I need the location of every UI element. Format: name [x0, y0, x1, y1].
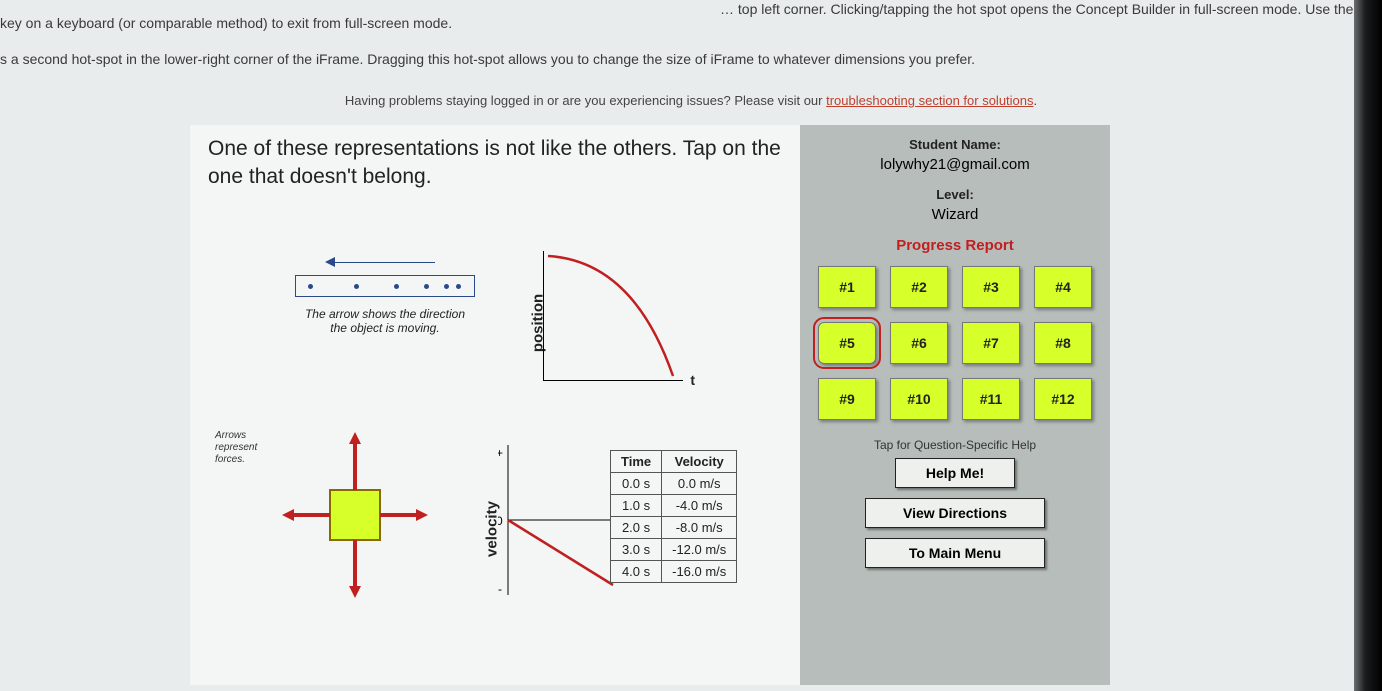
- force-caption: Arrows represent forces.: [215, 430, 275, 466]
- main-menu-button[interactable]: To Main Menu: [865, 538, 1045, 568]
- question-grid: #1 #2 #3 #4 #5 #6 #7 #8 #9 #10 #11 #12: [814, 266, 1096, 420]
- question-cell-8[interactable]: #8: [1034, 322, 1092, 364]
- cell-time: 3.0 s: [611, 539, 662, 561]
- velocity-table: Time Velocity 0.0 s0.0 m/s1.0 s-4.0 m/s2…: [610, 450, 737, 583]
- student-name-value: lolywhy21@gmail.com: [814, 156, 1096, 173]
- cell-time: 2.0 s: [611, 517, 662, 539]
- troubleshoot-row: Having problems staying logged in or are…: [0, 93, 1382, 108]
- dot-strip: [295, 275, 475, 297]
- level-value: Wizard: [814, 206, 1096, 223]
- cell-velocity: -4.0 m/s: [662, 495, 737, 517]
- view-directions-button[interactable]: View Directions: [865, 498, 1045, 528]
- cell-time: 1.0 s: [611, 495, 662, 517]
- cell-velocity: 0.0 m/s: [662, 473, 737, 495]
- troubleshoot-link[interactable]: troubleshooting section for solutions: [826, 93, 1033, 108]
- vel-plus-label: +: [498, 446, 503, 460]
- progress-sidebar: Student Name: lolywhy21@gmail.com Level:…: [800, 125, 1110, 685]
- col-velocity: Velocity: [662, 451, 737, 473]
- rep-force-diagram[interactable]: Arrows represent forces.: [215, 430, 475, 610]
- question-cell-4[interactable]: #4: [1034, 266, 1092, 308]
- help-button[interactable]: Help Me!: [895, 458, 1015, 488]
- intro-fragment-1: … top left corner. Clicking/tapping the …: [720, 0, 1353, 20]
- troubleshoot-tail: .: [1034, 93, 1038, 108]
- col-time: Time: [611, 451, 662, 473]
- question-cell-2[interactable]: #2: [890, 266, 948, 308]
- vel-zero-label: 0: [498, 514, 503, 528]
- question-cell-1[interactable]: #1: [818, 266, 876, 308]
- help-caption: Tap for Question-Specific Help: [814, 438, 1096, 452]
- table-row: 4.0 s-16.0 m/s: [611, 561, 737, 583]
- motion-arrow-icon: [325, 253, 435, 271]
- monitor-bezel: [1354, 0, 1382, 691]
- level-label: Level:: [814, 187, 1096, 202]
- activity-frame: One of these representations is not like…: [190, 125, 1110, 685]
- rep-dot-diagram[interactable]: The arrow shows the direction the object…: [295, 253, 495, 335]
- table-row: 2.0 s-8.0 m/s: [611, 517, 737, 539]
- question-prompt: One of these representations is not like…: [208, 135, 782, 192]
- cell-time: 4.0 s: [611, 561, 662, 583]
- dot-caption: The arrow shows the direction the object…: [295, 307, 475, 335]
- question-cell-7[interactable]: #7: [962, 322, 1020, 364]
- question-area: One of these representations is not like…: [190, 125, 800, 202]
- table-row: 3.0 s-12.0 m/s: [611, 539, 737, 561]
- question-cell-12[interactable]: #12: [1034, 378, 1092, 420]
- cell-velocity: -8.0 m/s: [662, 517, 737, 539]
- student-name-label: Student Name:: [814, 137, 1096, 152]
- intro-fragment-3: s a second hot-spot in the lower-right c…: [0, 50, 975, 70]
- vel-minus-label: -: [498, 582, 502, 595]
- cell-time: 0.0 s: [611, 473, 662, 495]
- question-cell-10[interactable]: #10: [890, 378, 948, 420]
- rep-data-table[interactable]: Time Velocity 0.0 s0.0 m/s1.0 s-4.0 m/s2…: [610, 450, 737, 583]
- troubleshoot-lead: Having problems staying logged in or are…: [345, 93, 826, 108]
- table-row: 1.0 s-4.0 m/s: [611, 495, 737, 517]
- question-cell-11[interactable]: #11: [962, 378, 1020, 420]
- table-row: 0.0 s0.0 m/s: [611, 473, 737, 495]
- question-cell-9[interactable]: #9: [818, 378, 876, 420]
- progress-title: Progress Report: [814, 237, 1096, 254]
- cell-velocity: -16.0 m/s: [662, 561, 737, 583]
- t-axis-label: t: [690, 372, 695, 388]
- rep-position-graph[interactable]: position t: [515, 243, 695, 403]
- intro-fragment-2: key on a keyboard (or comparable method)…: [0, 14, 452, 34]
- position-curve-icon: [543, 251, 683, 381]
- cell-velocity: -12.0 m/s: [662, 539, 737, 561]
- velocity-graph-icon: + 0 - t: [498, 445, 628, 595]
- question-cell-5[interactable]: #5: [818, 322, 876, 364]
- question-cell-6[interactable]: #6: [890, 322, 948, 364]
- question-cell-3[interactable]: #3: [962, 266, 1020, 308]
- force-diagram-icon: [270, 430, 440, 600]
